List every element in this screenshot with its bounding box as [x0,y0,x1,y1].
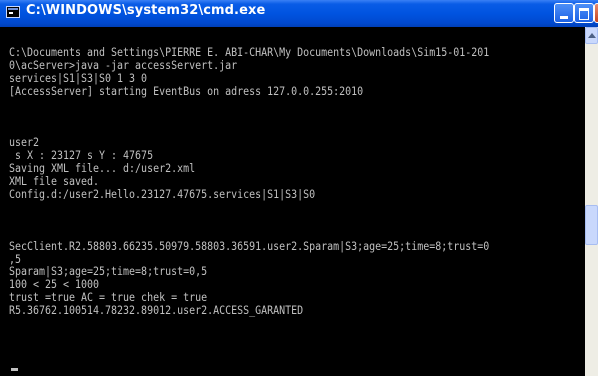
cmd-window: C:\WINDOWS\system32\cmd.exe C:\Documents… [0,0,598,376]
vertical-scrollbar[interactable] [585,27,598,376]
console-line: Config.d:/user2.Hello.23127.47675.servic… [9,186,316,201]
console-line: Saving XML file... d:/user2.xml [9,161,196,176]
console-line: XML file saved. [9,174,100,189]
maximize-button[interactable] [574,3,594,23]
console-line: 0\acServer>java -jar accessServert.jar [9,57,238,72]
console-line: 100 < 25 < 1000 [9,277,100,292]
console-text: C:\Documents and Settings\PIERRE E. ABI-… [9,46,489,317]
console-line: ,5 [9,251,22,266]
console-line: SecClient.R2.58803.66235.50979.58803.365… [9,238,490,253]
text-cursor [11,368,18,371]
scroll-thumb[interactable] [585,205,598,245]
console-line: [AccessServer] starting EventBus on adre… [9,83,364,98]
console-line: Sparam|S3;age=25;time=8;trust=0,5 [9,264,208,279]
console-line: trust =true AC = true chek = true [9,290,208,305]
console-output[interactable]: C:\Documents and Settings\PIERRE E. ABI-… [0,27,585,376]
minimize-button[interactable] [554,3,574,23]
console-line: user2 [9,135,40,150]
console-line: C:\Documents and Settings\PIERRE E. ABI-… [9,45,490,59]
console-line: s X : 23127 s Y : 47675 [9,148,154,163]
window-title: C:\WINDOWS\system32\cmd.exe [26,3,266,18]
console-line: R5.36762.100514.78232.89012.user2.ACCESS… [9,303,304,318]
scroll-up-button[interactable] [585,27,598,44]
close-button[interactable] [594,3,598,23]
console-line: services|S1|S3|S0 1 3 0 [9,70,148,85]
console-app-icon[interactable] [6,6,20,18]
title-bar[interactable]: C:\WINDOWS\system32\cmd.exe [0,0,598,27]
